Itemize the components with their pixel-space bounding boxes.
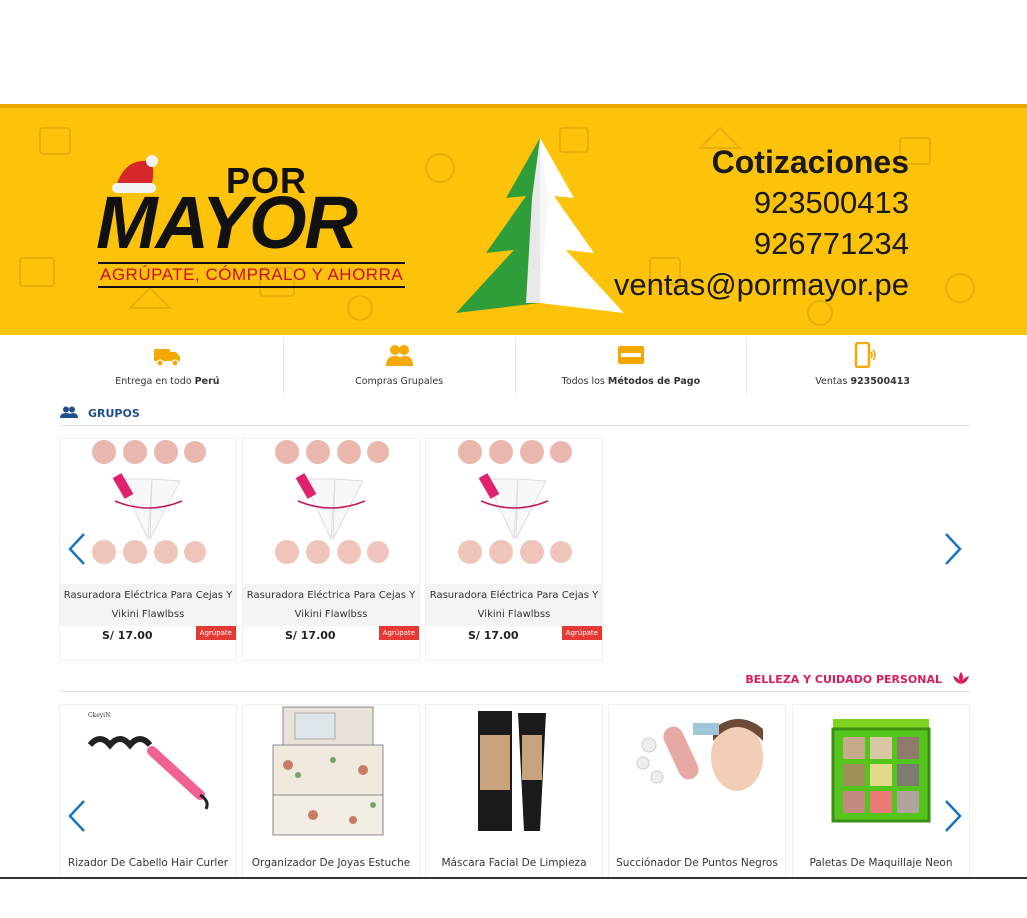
blackhead-remover-image bbox=[636, 719, 763, 791]
features-bar: Entrega en todo Perú Compras Grupales To… bbox=[52, 338, 978, 394]
product-price: S/ 17.00 bbox=[285, 629, 336, 642]
product-card[interactable]: Organizador De Joyas Estuche De Cuero Va… bbox=[243, 705, 419, 880]
product-name[interactable]: Rasuradora Eléctrica Para Cejas Y Vikini… bbox=[243, 584, 419, 626]
product-footer: S/ 17.00 Agrúpate bbox=[243, 626, 419, 660]
group-buy-badge[interactable]: Agrúpate bbox=[195, 626, 236, 640]
product-name[interactable]: Organizador De Joyas Estuche De Cuero Va… bbox=[243, 850, 419, 880]
bottom-blank-area bbox=[0, 879, 1027, 918]
feature-sales-phone: Ventas 923500413 bbox=[747, 338, 978, 394]
truck-icon bbox=[154, 349, 181, 367]
curler-brand-text: CkeyiN bbox=[88, 712, 110, 719]
product-footer: S/ 17.00 Agrúpate bbox=[60, 626, 236, 660]
product-footer: S/ 17.00 Agrúpate bbox=[426, 626, 602, 660]
contact-info: Cotizaciones 923500413 926771234 ventas@… bbox=[614, 142, 909, 305]
header-banner: POR MAYOR AGRÚPATE, CÓMPRALO Y AHORRA Co… bbox=[0, 104, 1027, 335]
beauty-title: BELLEZA Y CUIDADO PERSONAL bbox=[745, 673, 942, 686]
lotus-icon bbox=[953, 672, 969, 684]
phone-1[interactable]: 923500413 bbox=[614, 182, 909, 223]
product-name[interactable]: Succiónador De Puntos Negros Espinilla R… bbox=[609, 850, 785, 880]
product-name[interactable]: Rasuradora Eléctrica Para Cejas Y Vikini… bbox=[426, 584, 602, 626]
phone-icon bbox=[854, 342, 876, 368]
feature-delivery: Entrega en todo Perú bbox=[52, 338, 284, 394]
feature-group-label: Compras Grupales bbox=[355, 376, 444, 387]
users-icon bbox=[60, 406, 78, 418]
pormayor-logo[interactable]: POR MAYOR AGRÚPATE, CÓMPRALO Y AHORRA bbox=[96, 148, 416, 298]
product-name[interactable]: Máscara Facial De Limpieza Profunda bbox=[426, 850, 602, 880]
carousel-prev-arrow-icon[interactable] bbox=[66, 532, 88, 566]
carousel-next-arrow-icon[interactable] bbox=[942, 532, 964, 566]
product-image[interactable] bbox=[609, 705, 785, 850]
group-buy-badge[interactable]: Agrúpate bbox=[378, 626, 419, 640]
product-name[interactable]: Rizador De Cabello Hair Curler Espiral O… bbox=[60, 850, 236, 880]
jewelry-box-image bbox=[272, 706, 384, 836]
feature-payment-label: Todos los Métodos de Pago bbox=[561, 376, 701, 387]
product-image[interactable] bbox=[426, 705, 602, 850]
product-card[interactable]: Rasuradora Eléctrica Para Cejas Y Vikini… bbox=[426, 439, 602, 660]
email-link[interactable]: ventas@pormayor.pe bbox=[614, 264, 909, 305]
product-price: S/ 17.00 bbox=[102, 629, 153, 642]
product-card[interactable]: Paletas De Maquillaje Neon Verde bbox=[793, 705, 969, 880]
face-mask-image bbox=[478, 711, 546, 831]
product-image[interactable] bbox=[243, 439, 419, 584]
product-card[interactable]: Rasuradora Eléctrica Para Cejas Y Vikini… bbox=[243, 439, 419, 660]
product-card[interactable]: CkeyiN Rizador De Cabello Hair Curler Es… bbox=[60, 705, 236, 880]
beauty-section-header: BELLEZA Y CUIDADO PERSONAL bbox=[60, 670, 970, 692]
feature-group-buying: Compras Grupales bbox=[284, 338, 516, 394]
product-image[interactable] bbox=[243, 705, 419, 850]
product-price: S/ 17.00 bbox=[468, 629, 519, 642]
logo-mayor-text: MAYOR bbox=[96, 181, 358, 264]
product-name[interactable]: Paletas De Maquillaje Neon Verde bbox=[793, 850, 969, 880]
users-icon bbox=[386, 345, 414, 366]
product-name[interactable]: Rasuradora Eléctrica Para Cejas Y Vikini… bbox=[60, 584, 236, 626]
logo-tagline: AGRÚPATE, CÓMPRALO Y AHORRA bbox=[98, 262, 406, 288]
shaver-product-image bbox=[275, 440, 389, 564]
product-image[interactable] bbox=[426, 439, 602, 584]
christmas-tree-icon bbox=[456, 138, 624, 313]
groups-section-header: GRUPOS bbox=[60, 404, 970, 426]
phone-2[interactable]: 926771234 bbox=[614, 223, 909, 264]
credit-card-icon bbox=[617, 346, 644, 364]
feature-payment: Todos los Métodos de Pago bbox=[516, 338, 748, 394]
groups-title: GRUPOS bbox=[88, 407, 140, 420]
feature-delivery-label: Entrega en todo Perú bbox=[115, 376, 220, 387]
carousel-next-arrow-icon[interactable] bbox=[942, 799, 964, 833]
group-buy-badge[interactable]: Agrúpate bbox=[561, 626, 602, 640]
product-card[interactable]: Succiónador De Puntos Negros Espinilla R… bbox=[609, 705, 785, 880]
carousel-prev-arrow-icon[interactable] bbox=[66, 799, 88, 833]
quotes-title: Cotizaciones bbox=[711, 144, 909, 180]
feature-sales-label: Ventas 923500413 bbox=[815, 376, 910, 387]
shaver-product-image bbox=[458, 440, 572, 564]
product-card[interactable]: Máscara Facial De Limpieza Profunda bbox=[426, 705, 602, 880]
